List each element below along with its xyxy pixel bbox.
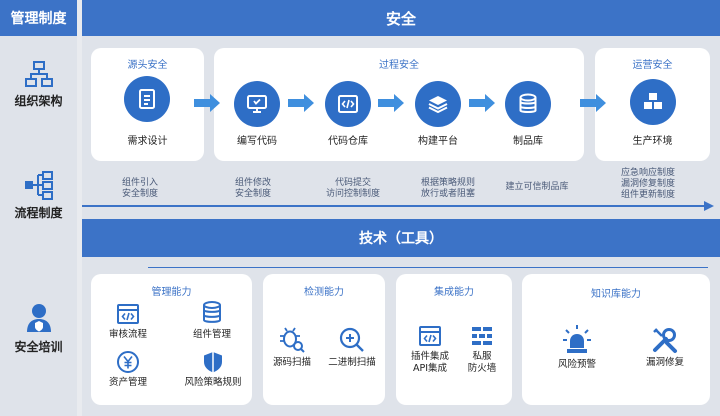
cap-item-plugin-api: 插件集成 API集成 bbox=[404, 324, 456, 375]
code-repo-icon bbox=[325, 81, 371, 127]
requirement-doc-icon bbox=[124, 76, 170, 122]
step-label-build: 构建平台 bbox=[418, 136, 458, 147]
alarm-light-icon bbox=[563, 325, 591, 353]
process-label-5: 建立可信制品库 bbox=[505, 182, 569, 192]
left-label-org: 组织架构 bbox=[14, 94, 63, 108]
process-tree-icon bbox=[24, 171, 53, 200]
left-item-org: 组织架构 bbox=[0, 60, 77, 109]
cap-item-risk-alert: 风险预警 bbox=[552, 324, 602, 371]
arrow-right-icon bbox=[288, 94, 314, 112]
left-label-process: 流程制度 bbox=[14, 206, 63, 220]
cap-item-review: 审核流程 bbox=[103, 302, 153, 341]
database-icon bbox=[203, 301, 221, 323]
header-main-title: 安全 bbox=[82, 0, 720, 36]
cap-title-knowledge: 知识库能力 bbox=[591, 289, 641, 300]
card-ops-security: 运营安全 生产环境 bbox=[595, 48, 710, 161]
cap-title-integration: 集成能力 bbox=[434, 287, 474, 298]
process-label-4: 根据策略规则 放行或者阻塞 bbox=[420, 178, 475, 199]
header-left-title: 管理制度 bbox=[0, 0, 77, 36]
step-label-repo: 代码仓库 bbox=[328, 136, 368, 147]
magnifier-plus-icon bbox=[339, 327, 364, 352]
card-title-ops: 运营安全 bbox=[632, 60, 673, 71]
process-label-2: 组件修改 安全制度 bbox=[234, 178, 271, 199]
bug-scan-icon bbox=[280, 327, 305, 353]
database-icon bbox=[505, 81, 551, 127]
step-label-requirement: 需求设计 bbox=[127, 136, 168, 147]
step-label-production: 生产环境 bbox=[632, 136, 673, 147]
process-label-6: 应急响应制度 漏洞修复制度 组件更新制度 bbox=[620, 168, 675, 200]
shield-icon bbox=[204, 352, 222, 373]
cap-title-management: 管理能力 bbox=[151, 287, 192, 298]
arrow-right-icon bbox=[378, 94, 404, 112]
code-window-icon bbox=[419, 326, 441, 346]
cap-item-binary-scan: 二进制扫描 bbox=[323, 326, 381, 369]
process-label-3: 代码提交 访问控制制度 bbox=[325, 178, 380, 199]
firewall-icon bbox=[472, 327, 492, 345]
process-label-1: 组件引入 安全制度 bbox=[121, 178, 158, 199]
arrow-right-icon bbox=[194, 94, 220, 112]
monitor-code-icon bbox=[234, 81, 280, 127]
step-label-artifact: 制品库 bbox=[513, 136, 543, 147]
card-knowledge-capability: 知识库能力 风险预警 漏洞修复 bbox=[522, 274, 710, 405]
layers-build-icon bbox=[415, 81, 461, 127]
tools-wrench-icon bbox=[653, 328, 677, 353]
process-timeline bbox=[82, 205, 707, 207]
card-integration-capability: 集成能力 插件集成 API集成 私服 防火墙 bbox=[396, 274, 512, 405]
cap-title-detection: 检测能力 bbox=[304, 287, 344, 298]
card-title-source: 源头安全 bbox=[127, 60, 168, 71]
cap-item-component: 组件管理 bbox=[186, 300, 238, 341]
cap-item-risk-policy: 风险策略规则 bbox=[179, 350, 247, 389]
left-item-process: 流程制度 bbox=[0, 170, 77, 221]
cap-item-firewall: 私服 防火墙 bbox=[462, 324, 502, 375]
cap-item-asset: 资产管理 bbox=[101, 350, 155, 389]
card-title-process: 过程安全 bbox=[379, 60, 419, 71]
cubes-production-icon bbox=[630, 79, 676, 125]
left-label-training: 安全培训 bbox=[14, 340, 63, 354]
left-item-training: 安全培训 bbox=[0, 302, 77, 355]
person-shield-icon bbox=[26, 304, 51, 332]
left-column: 组织架构 流程制度 安全培训 bbox=[0, 36, 77, 416]
code-window-icon bbox=[117, 304, 139, 324]
card-source-security: 源头安全 需求设计 bbox=[91, 48, 204, 161]
capability-divider bbox=[148, 267, 708, 268]
card-detection-capability: 检测能力 源码扫描 二进制扫描 bbox=[263, 274, 385, 405]
step-label-coding: 编写代码 bbox=[237, 136, 277, 147]
cap-item-source-scan: 源码扫描 bbox=[267, 326, 317, 369]
cap-item-vuln-fix: 漏洞修复 bbox=[640, 326, 690, 369]
arrow-right-icon bbox=[469, 94, 495, 112]
arrow-right-icon bbox=[580, 94, 606, 112]
currency-yuan-icon bbox=[117, 351, 139, 373]
card-management-capability: 管理能力 审核流程 组件管理 资产管理 风险策略规则 bbox=[91, 274, 252, 405]
org-chart-icon bbox=[24, 61, 53, 87]
timeline-arrowhead-icon bbox=[704, 201, 714, 211]
tech-tools-bar: 技术（工具） bbox=[82, 219, 720, 257]
